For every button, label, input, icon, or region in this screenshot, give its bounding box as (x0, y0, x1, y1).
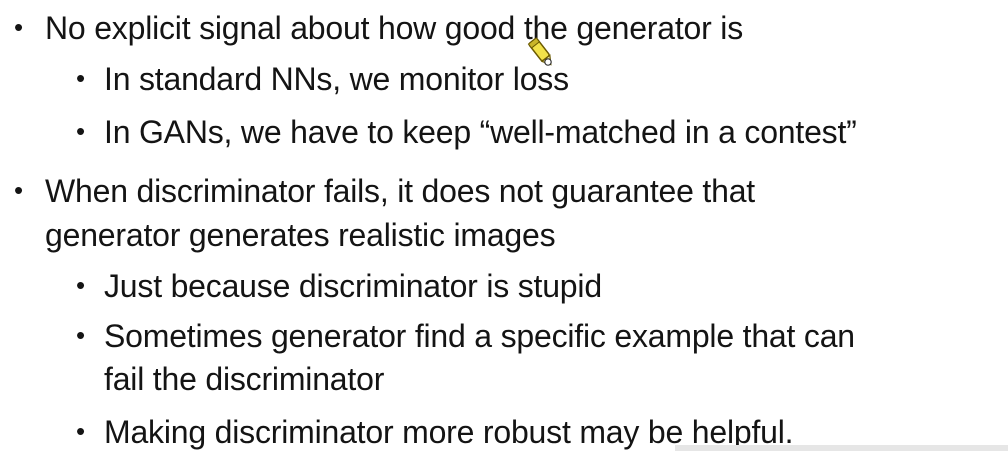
sub-bullet-dot: • (76, 270, 86, 300)
sub-bullet-dot: • (76, 320, 86, 350)
pen-cursor-icon (527, 37, 552, 66)
bullet-2-text-line-2: generator generates realistic images (45, 217, 556, 253)
bullet-2-text-line-1: When discriminator fails, it does not gu… (45, 173, 755, 209)
bullet-2-sub-2-text-line-1: Sometimes generator find a specific exam… (104, 318, 855, 354)
bullet-1-sub-2-text: In GANs, we have to keep “well-matched i… (104, 114, 857, 150)
sub-bullet-dot: • (76, 63, 86, 93)
sub-bullet-dot: • (76, 416, 86, 446)
bullet-2-sub-2-text-line-2: fail the discriminator (104, 361, 385, 397)
sub-bullet-dot: • (76, 116, 86, 146)
bullet-1-text: No explicit signal about how good the ge… (45, 10, 744, 46)
slide: • No explicit signal about how good the … (0, 0, 1008, 451)
bullet-1-sub-1-text: In standard NNs, we monitor loss (104, 61, 569, 97)
slide-bottom-bar (675, 445, 1008, 451)
bullet-dot: • (14, 175, 24, 205)
bullet-dot: • (14, 12, 24, 42)
bullet-2-sub-1-text: Just because discriminator is stupid (104, 268, 602, 304)
